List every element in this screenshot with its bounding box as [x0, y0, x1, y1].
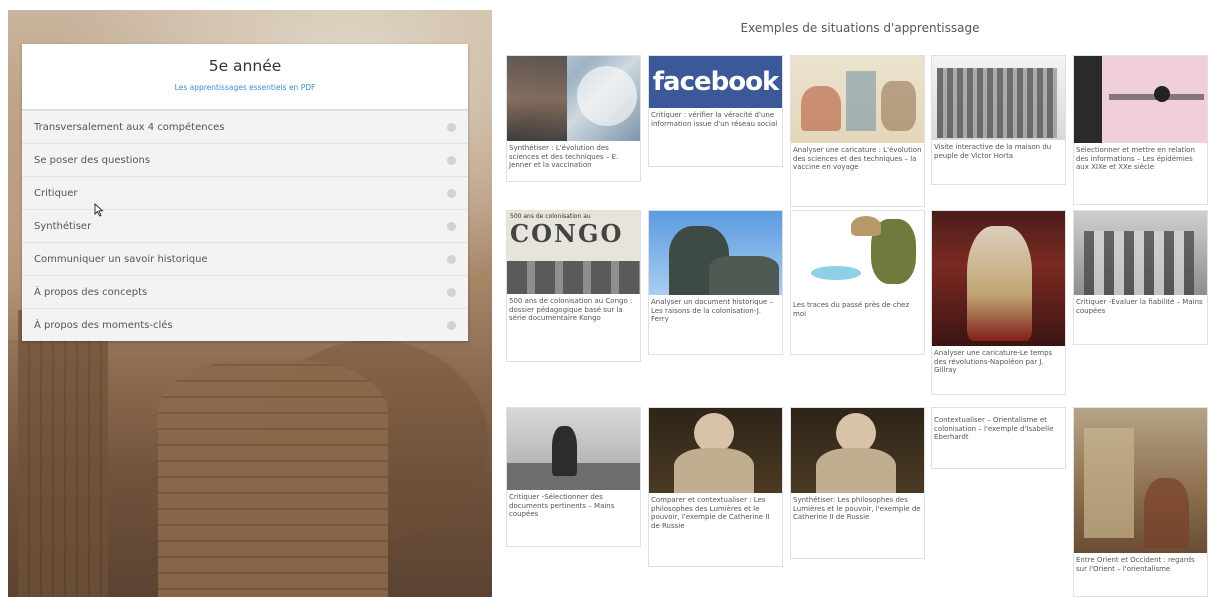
- accordion-label: Critiquer: [34, 187, 78, 199]
- card-thumbnail: [791, 408, 924, 493]
- card-caption: Synthétiser: Les philosophes des Lumière…: [793, 496, 921, 521]
- card-eberhardt[interactable]: Contextualiser – Orientalisme et colonis…: [931, 407, 1066, 469]
- card-caption: Entre Orient et Occident : regards sur l…: [1076, 556, 1195, 573]
- card-fiabilite[interactable]: Critiquer -Évaluer la fiabilité – Mains …: [1073, 210, 1208, 345]
- card-caption: Critiquer : vérifier la véracité d'une i…: [651, 111, 778, 128]
- panel-header: 5e année Les apprentissages essentiels e…: [22, 44, 468, 110]
- expand-dot-icon[interactable]: [447, 122, 456, 132]
- accordion-label: Se poser des questions: [34, 154, 151, 166]
- card-caption: Analyser une caricature : L'évolution de…: [793, 146, 922, 171]
- card-thumbnail: [932, 211, 1065, 346]
- card-thumbnail: [649, 408, 782, 493]
- card-thumbnail: [649, 211, 782, 295]
- card-caption: Critiquer -Évaluer la fiabilité – Mains …: [1076, 298, 1203, 315]
- expand-dot-icon[interactable]: [447, 155, 456, 165]
- card-catherine-synthetiser[interactable]: Synthétiser: Les philosophes des Lumière…: [790, 407, 925, 559]
- pdf-link[interactable]: Les apprentissages essentiels en PDF: [22, 83, 468, 92]
- accordion-item-concepts[interactable]: À propos des concepts: [22, 275, 468, 308]
- card-thumbnail: [507, 408, 640, 490]
- expand-dot-icon[interactable]: [447, 221, 456, 231]
- card-caption: Les traces du passé près de chez moi: [793, 301, 910, 318]
- card-caption: Analyser une caricature-Le temps des rév…: [934, 349, 1053, 374]
- painting-wall: [18, 310, 108, 597]
- painting-tower: [158, 360, 388, 597]
- card-thumbnail: [1074, 211, 1207, 295]
- accordion-item-transversal[interactable]: Transversalement aux 4 compétences: [22, 110, 468, 143]
- card-caption: Contextualiser – Orientalisme et colonis…: [934, 416, 1054, 441]
- accordion-label: À propos des moments-clés: [34, 319, 173, 331]
- card-jenner-vaccination[interactable]: Synthétiser : L'évolution des sciences e…: [506, 55, 641, 182]
- card-thumbnail: [1074, 56, 1207, 143]
- card-napoleon-gillray[interactable]: Analyser une caricature-Le temps des rév…: [931, 210, 1066, 395]
- card-congo[interactable]: 500 ans de colonisation au CONGO 500 ans…: [506, 210, 641, 362]
- expand-dot-icon[interactable]: [447, 254, 456, 264]
- card-catherine-comparer[interactable]: Comparer et contextualiser : Les philoso…: [648, 407, 783, 567]
- card-thumbnail: [932, 56, 1065, 140]
- card-orientalisme[interactable]: Entre Orient et Occident : regards sur l…: [1073, 407, 1208, 597]
- accordion-label: Synthétiser: [34, 220, 92, 232]
- card-caption: Synthétiser : L'évolution des sciences e…: [509, 144, 619, 169]
- card-maison-du-peuple[interactable]: Visite interactive de la maison du peupl…: [931, 55, 1066, 185]
- card-caption: 500 ans de colonisation au Congo : dossi…: [509, 297, 633, 322]
- expand-dot-icon[interactable]: [447, 320, 456, 330]
- card-caption: Visite interactive de la maison du peupl…: [934, 143, 1052, 160]
- card-caption: Critiquer -Sélectionner des documents pe…: [509, 493, 615, 518]
- accordion-item-moments-cles[interactable]: À propos des moments-clés: [22, 308, 468, 341]
- accordion-label: Transversalement aux 4 compétences: [34, 121, 225, 133]
- card-facebook[interactable]: facebook Critiquer : vérifier la véracit…: [648, 55, 783, 167]
- card-caricature-vaccine[interactable]: Analyser une caricature : L'évolution de…: [790, 55, 925, 207]
- accordion-item-communiquer[interactable]: Communiquer un savoir historique: [22, 242, 468, 275]
- card-thumbnail: [1074, 408, 1207, 553]
- card-traces-passe[interactable]: Les traces du passé près de chez moi: [790, 210, 925, 355]
- card-ferry[interactable]: Analyser un document historique – Les ra…: [648, 210, 783, 355]
- gallery-title: Exemples de situations d'apprentissage: [740, 21, 980, 35]
- card-mains-coupees[interactable]: Critiquer -Sélectionner des documents pe…: [506, 407, 641, 547]
- facebook-logo: facebook: [652, 67, 780, 97]
- accordion-label: À propos des concepts: [34, 286, 148, 298]
- expand-dot-icon[interactable]: [447, 287, 456, 297]
- accordion-item-critiquer[interactable]: Critiquer: [22, 176, 468, 209]
- expand-dot-icon[interactable]: [447, 188, 456, 198]
- card-thumbnail: facebook: [649, 56, 782, 108]
- card-caption: Comparer et contextualiser : Les philoso…: [651, 496, 770, 530]
- card-thumbnail: [791, 56, 924, 143]
- congo-title: CONGO: [510, 219, 624, 248]
- card-caption: Sélectionner et mettre en relation des i…: [1076, 146, 1195, 171]
- card-thumbnail: [507, 56, 640, 141]
- card-caption: Analyser un document historique – Les ra…: [651, 298, 774, 323]
- accordion-label: Communiquer un savoir historique: [34, 253, 208, 265]
- accordion-item-synthetiser[interactable]: Synthétiser: [22, 209, 468, 242]
- panel-title: 5e année: [208, 57, 282, 75]
- grade-panel: 5e année Les apprentissages essentiels e…: [22, 44, 468, 341]
- card-thumbnail: [791, 211, 924, 298]
- accordion-item-questions[interactable]: Se poser des questions: [22, 143, 468, 176]
- card-epidemies[interactable]: Sélectionner et mettre en relation des i…: [1073, 55, 1208, 205]
- card-thumbnail: 500 ans de colonisation au CONGO: [507, 211, 640, 294]
